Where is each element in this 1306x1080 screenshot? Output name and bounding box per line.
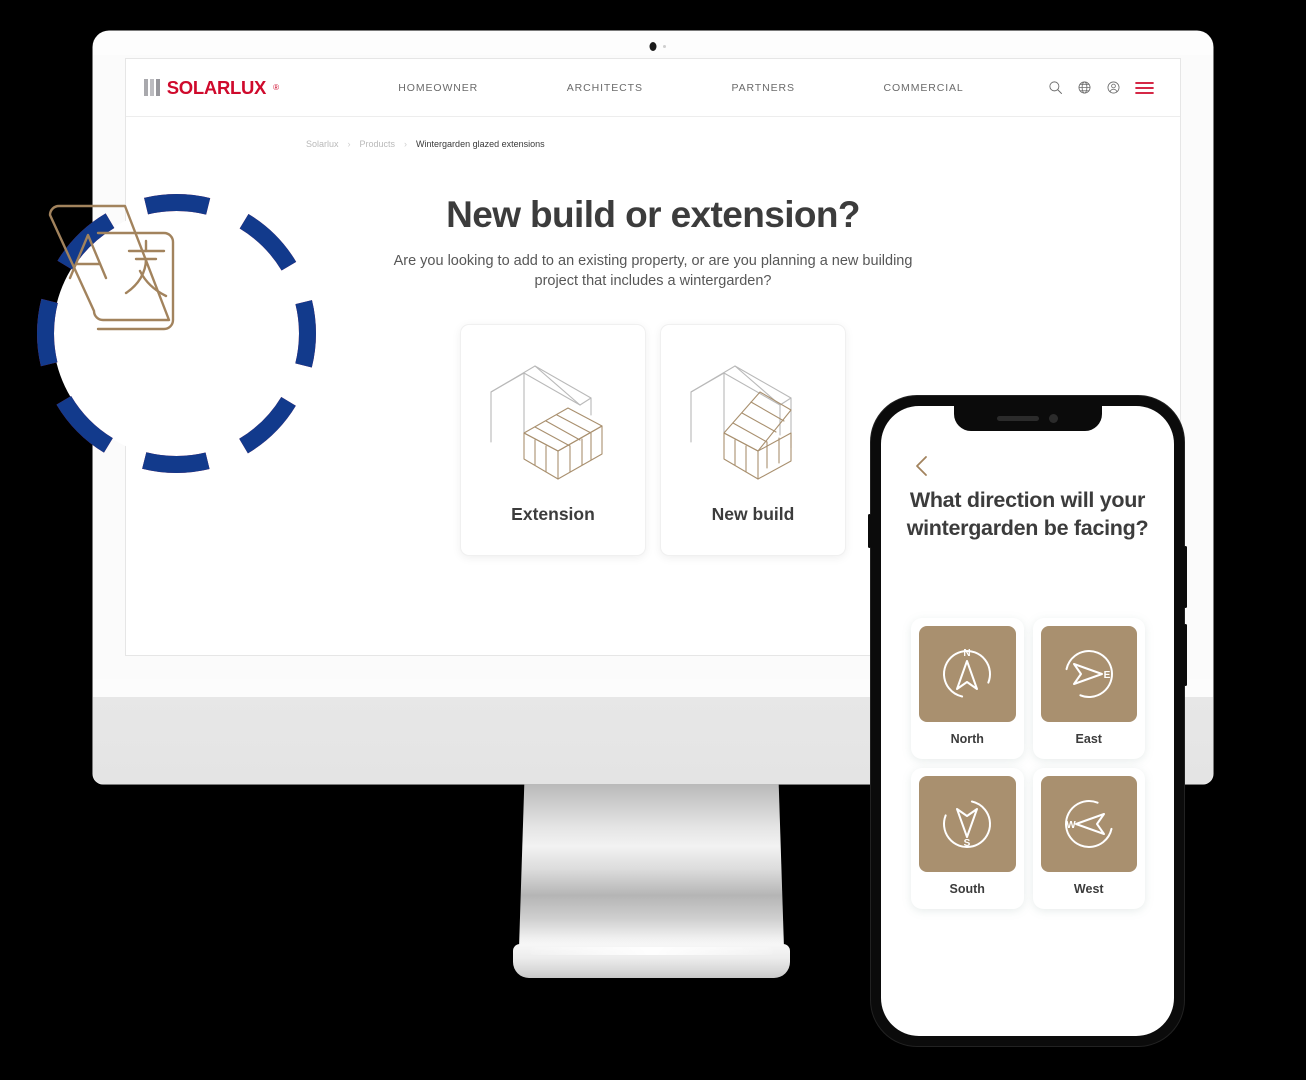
page-subtitle: Are you looking to add to an existing pr… <box>393 252 913 290</box>
option-card-label: Extension <box>511 503 595 524</box>
nav-utility-icons <box>1048 80 1154 95</box>
direction-label: North <box>950 732 984 746</box>
compass-north-icon: N <box>943 648 992 699</box>
direction-card-west[interactable]: W West <box>1032 768 1145 909</box>
screenshot-stage: SOLARLUX ® HOMEOWNER ARCHITECTS PARTNERS … <box>0 0 1306 1080</box>
breadcrumb-item-current: Wintergarden glazed extensions <box>416 139 545 149</box>
registered-trademark-icon: ® <box>273 83 280 92</box>
breadcrumb-item-solarlux[interactable]: Solarlux <box>306 139 339 149</box>
direction-label: East <box>1075 732 1102 746</box>
breadcrumb: Solarlux › Products › Wintergarden glaze… <box>126 117 1180 149</box>
logo-wordmark: SOLARLUX <box>166 76 267 98</box>
nav-item-commercial[interactable]: COMMERCIAL <box>884 82 964 94</box>
logo-bars-icon <box>144 79 160 96</box>
svg-text:S: S <box>964 838 971 849</box>
phone-power-button[interactable] <box>1184 624 1187 686</box>
svg-text:E: E <box>1103 670 1110 681</box>
mobile-phone: What direction will your wintergarden be… <box>868 396 1187 1046</box>
direction-card-south[interactable]: S South <box>911 768 1024 909</box>
hamburger-menu-icon[interactable] <box>1135 81 1154 95</box>
breadcrumb-separator-icon: › <box>347 139 351 149</box>
monitor-stand-base-highlight <box>530 947 773 955</box>
webcam-icon <box>649 42 657 51</box>
new-build-illustration-icon <box>671 341 835 504</box>
nav-item-architects[interactable]: ARCHITECTS <box>567 82 643 94</box>
nav-item-homeowner[interactable]: HOMEOWNER <box>398 82 478 94</box>
svg-text:N: N <box>964 648 971 659</box>
direction-tile: E <box>1040 626 1137 722</box>
compass-east-icon: E <box>1064 650 1113 698</box>
extension-illustration-icon <box>471 341 635 504</box>
svg-text:W: W <box>1066 820 1076 831</box>
phone-notch <box>953 406 1102 431</box>
site-header: SOLARLUX ® HOMEOWNER ARCHITECTS PARTNERS … <box>126 59 1180 117</box>
solarlux-logo[interactable]: SOLARLUX ® <box>144 77 334 99</box>
compass-south-icon: S <box>943 799 992 849</box>
phone-volume-up-button[interactable] <box>1184 546 1187 608</box>
earpiece-speaker-icon <box>997 416 1039 421</box>
back-chevron-icon[interactable] <box>914 454 930 483</box>
option-card-new-build[interactable]: New build <box>660 323 846 556</box>
phone-mute-switch[interactable] <box>868 514 871 548</box>
direction-card-east[interactable]: E East <box>1032 618 1145 759</box>
direction-label: West <box>1073 882 1104 896</box>
direction-label: South <box>949 882 985 896</box>
direction-tile: N <box>919 626 1016 722</box>
translation-badge <box>36 193 317 474</box>
phone-question-title: What direction will your wintergarden be… <box>906 488 1149 541</box>
option-card-label: New build <box>711 503 795 524</box>
search-icon[interactable] <box>1048 80 1063 95</box>
direction-card-grid: N North E East S South W West <box>911 618 1145 909</box>
direction-tile: S <box>919 776 1016 872</box>
phone-viewport: What direction will your wintergarden be… <box>881 406 1174 1036</box>
primary-nav: HOMEOWNER ARCHITECTS PARTNERS COMMERCIAL <box>334 82 1048 94</box>
webcam-indicator-icon <box>663 45 666 48</box>
breadcrumb-item-products[interactable]: Products <box>360 139 396 149</box>
translate-icon <box>48 204 175 331</box>
option-card-extension[interactable]: Extension <box>460 323 646 556</box>
front-camera-icon <box>1049 414 1058 423</box>
direction-card-north[interactable]: N North <box>911 618 1024 759</box>
globe-icon[interactable] <box>1077 80 1092 95</box>
breadcrumb-separator-icon: › <box>404 139 408 149</box>
nav-item-partners[interactable]: PARTNERS <box>731 82 794 94</box>
compass-west-icon: W <box>1064 800 1113 848</box>
monitor-top-bezel <box>93 31 1213 55</box>
account-icon[interactable] <box>1106 80 1121 95</box>
monitor-stand-neck <box>519 784 784 948</box>
direction-tile: W <box>1040 776 1137 872</box>
